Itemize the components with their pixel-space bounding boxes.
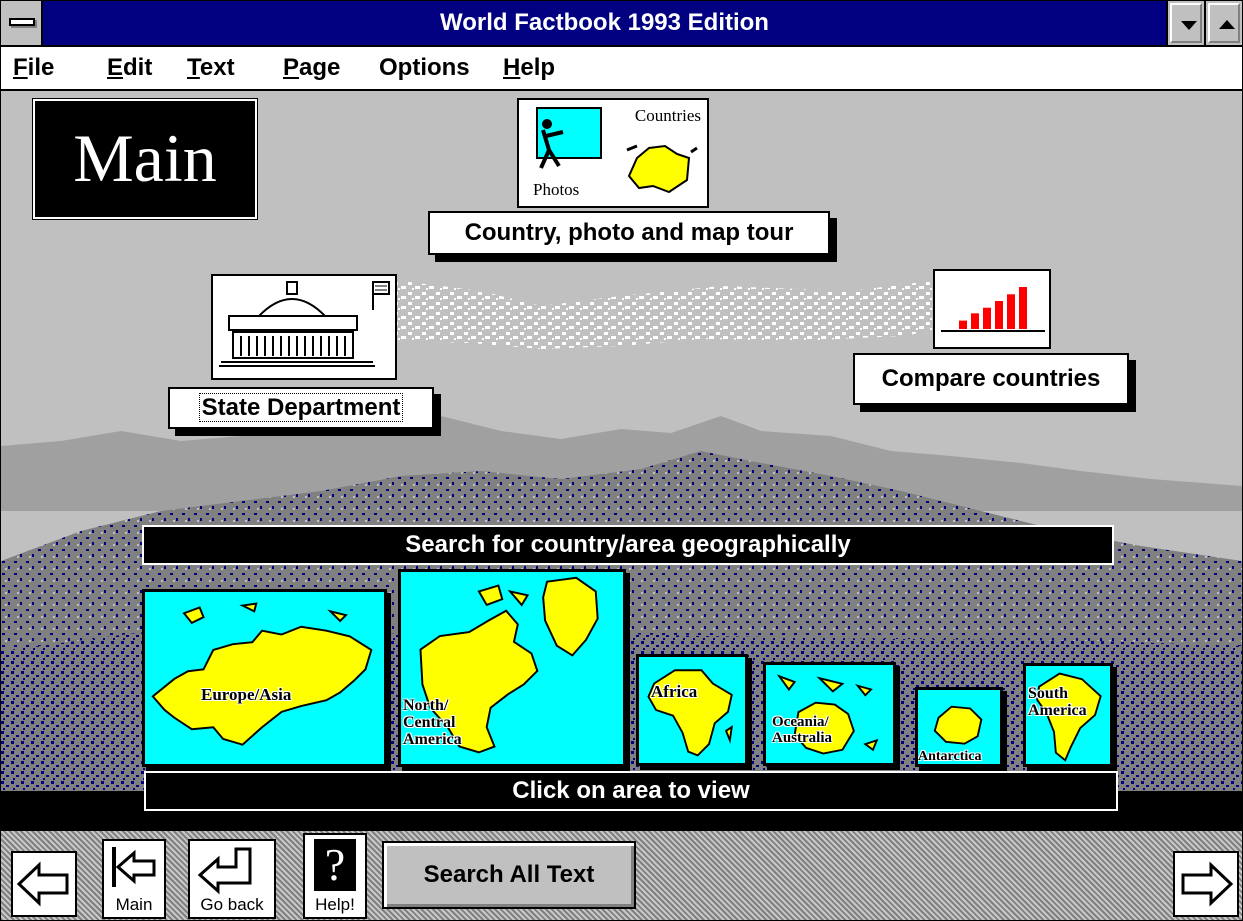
page-title: Main	[32, 98, 258, 220]
compare-bar	[995, 301, 1003, 329]
compare-countries-button[interactable]: Compare countries	[853, 353, 1129, 405]
maximize-button[interactable]	[1204, 1, 1242, 45]
main-page-button[interactable]: Main	[102, 839, 166, 919]
maximize-icon	[1219, 20, 1235, 29]
compare-icon-button[interactable]	[933, 269, 1051, 349]
tour-button[interactable]: Country, photo and map tour	[428, 211, 830, 255]
menu-page[interactable]: Page	[283, 47, 340, 89]
region-south-america[interactable]: South America	[1023, 663, 1113, 767]
bar-chart-icon	[941, 287, 1045, 332]
compare-bar	[971, 313, 979, 329]
search-all-text-button[interactable]: Search All Text	[382, 841, 636, 909]
minimize-button[interactable]	[1166, 1, 1204, 45]
menu-text[interactable]: Text	[187, 47, 235, 89]
compare-bar	[1007, 294, 1015, 329]
africa-map-icon	[647, 669, 733, 757]
window-title: World Factbook 1993 Edition	[440, 9, 769, 36]
geo-search-label: Search for country/area geographically	[142, 525, 1114, 565]
arrow-right-icon	[1181, 861, 1234, 907]
menu-bar: File Edit Text Page Options Help	[1, 47, 1242, 91]
return-to-main-icon	[112, 847, 156, 887]
help-question-icon: ?	[314, 839, 356, 891]
minimize-icon	[1181, 21, 1197, 30]
app-window: World Factbook 1993 Edition File Edit Te…	[0, 0, 1243, 921]
click-hint-label: Click on area to view	[144, 771, 1118, 811]
main-page: Main Countries Photos Country, photo and…	[1, 91, 1242, 831]
go-back-button[interactable]: Go back	[188, 839, 276, 919]
system-menu-button[interactable]	[1, 1, 43, 45]
menu-file[interactable]: File	[13, 47, 54, 89]
menu-help[interactable]: Help	[503, 47, 555, 89]
europe-asia-map-icon	[151, 602, 373, 746]
title-bar: World Factbook 1993 Edition	[1, 1, 1242, 47]
compare-bar	[983, 307, 991, 329]
region-north-central-america[interactable]: North/ Central America	[398, 569, 626, 767]
bottom-toolbar: Main Go back ? Help! Search All Text	[1, 831, 1242, 920]
capitol-building-icon	[219, 281, 390, 367]
state-department-icon-button[interactable]	[211, 274, 397, 380]
system-menu-icon	[9, 18, 35, 26]
compare-bar	[959, 320, 967, 329]
region-oceania-australia[interactable]: Oceania/ Australia	[763, 662, 896, 766]
tour-icon-button[interactable]: Countries Photos	[517, 98, 709, 208]
countries-caption: Countries	[634, 106, 701, 125]
region-antarctica[interactable]: Antarctica	[915, 687, 1003, 767]
next-page-button[interactable]	[1173, 851, 1239, 917]
go-back-icon	[197, 847, 252, 895]
menu-edit[interactable]: Edit	[107, 47, 152, 89]
compare-bar	[1019, 287, 1027, 329]
menu-options[interactable]: Options	[379, 47, 470, 89]
region-africa[interactable]: Africa	[636, 654, 748, 766]
help-button[interactable]: ? Help!	[303, 833, 367, 919]
photos-caption: Photos	[533, 180, 580, 199]
previous-page-button[interactable]	[11, 851, 77, 917]
arrow-left-icon	[16, 861, 69, 907]
region-europe-asia[interactable]: Europe/Asia	[142, 589, 387, 767]
state-department-button[interactable]: State Department	[168, 387, 434, 429]
